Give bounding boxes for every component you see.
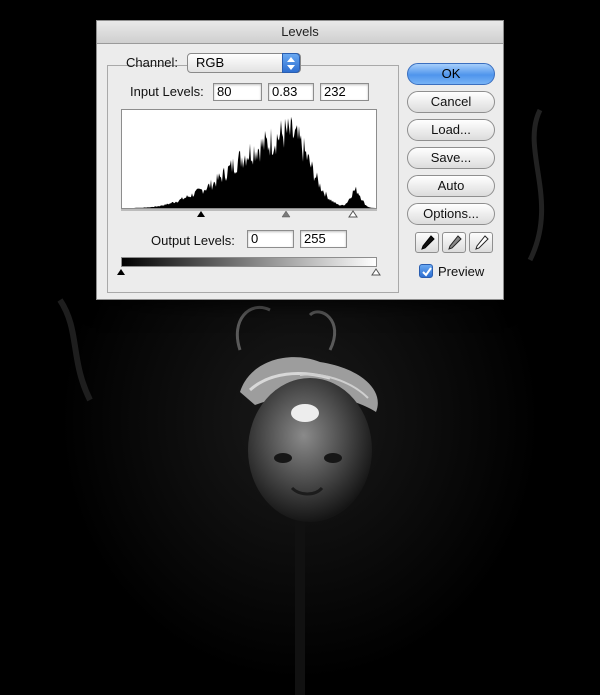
input-gamma-field[interactable]: 0.83 (268, 83, 314, 101)
ok-button[interactable]: OK (407, 63, 495, 85)
load-button[interactable]: Load... (407, 119, 495, 141)
black-eyedropper-icon (421, 235, 435, 250)
output-black-handle[interactable] (117, 269, 125, 275)
gray-eyedropper-button[interactable] (442, 232, 466, 253)
white-eyedropper-button[interactable] (469, 232, 493, 253)
output-white-handle[interactable] (371, 268, 381, 276)
options-button[interactable]: Options... (407, 203, 495, 225)
channel-select[interactable]: RGB (187, 53, 301, 73)
preview-label: Preview (438, 264, 485, 279)
input-levels-label: Input Levels: (130, 84, 204, 99)
input-white-field[interactable]: 232 (320, 83, 369, 101)
black-point-handle[interactable] (197, 211, 205, 217)
output-gradient-bar (121, 257, 377, 267)
dialog-title: Levels (97, 21, 503, 44)
output-black-field[interactable]: 0 (247, 230, 294, 248)
levels-dialog: Levels Channel: RGB Input Levels: 80 0.8… (96, 20, 504, 300)
channel-label: Channel: (126, 55, 179, 70)
gamma-handle[interactable] (281, 210, 291, 218)
chevron-updown-icon (282, 53, 300, 73)
gray-eyedropper-icon (448, 235, 462, 250)
input-black-field[interactable]: 80 (213, 83, 262, 101)
histogram-graph (122, 116, 376, 208)
white-eyedropper-icon (475, 235, 489, 250)
output-levels-label: Output Levels: (151, 233, 235, 248)
checkmark-icon (422, 267, 432, 277)
output-levels-slider[interactable] (117, 267, 381, 279)
auto-button[interactable]: Auto (407, 175, 495, 197)
histogram-fill (122, 116, 376, 208)
output-white-field[interactable]: 255 (300, 230, 347, 248)
input-levels-slider[interactable] (117, 207, 381, 221)
cancel-button[interactable]: Cancel (407, 91, 495, 113)
histogram (121, 109, 377, 209)
channel-select-value: RGB (196, 55, 225, 70)
black-eyedropper-button[interactable] (415, 232, 439, 253)
white-point-handle[interactable] (348, 210, 358, 218)
preview-checkbox[interactable] (419, 264, 433, 278)
save-button[interactable]: Save... (407, 147, 495, 169)
